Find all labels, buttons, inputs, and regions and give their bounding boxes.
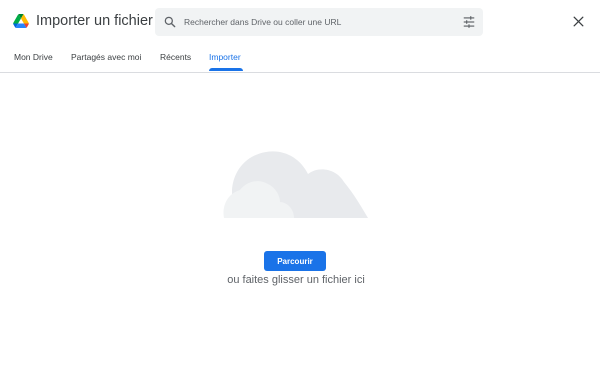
tune-icon[interactable] xyxy=(462,15,476,29)
google-drive-logo-icon xyxy=(13,14,29,28)
tab-importer[interactable]: Importer xyxy=(209,52,241,62)
search-icon[interactable] xyxy=(163,15,177,29)
drop-zone-text: ou faites glisser un fichier ici xyxy=(227,274,365,286)
search-bar[interactable] xyxy=(155,8,483,36)
active-tab-indicator xyxy=(209,68,243,71)
tab-mon-drive[interactable]: Mon Drive xyxy=(14,52,53,62)
tab-partages-avec-moi[interactable]: Partagés avec moi xyxy=(71,52,141,62)
search-input[interactable] xyxy=(184,8,444,36)
tab-bar: Mon Drive Partagés avec moi Récents Impo… xyxy=(0,46,600,73)
browse-button[interactable]: Parcourir xyxy=(264,251,326,271)
close-icon[interactable] xyxy=(572,15,585,28)
tab-recents[interactable]: Récents xyxy=(160,52,191,62)
dialog-title: Importer un fichier xyxy=(36,13,153,29)
cloud-illustration-icon xyxy=(223,151,368,218)
dialog-header: Importer un fichier xyxy=(0,0,600,46)
